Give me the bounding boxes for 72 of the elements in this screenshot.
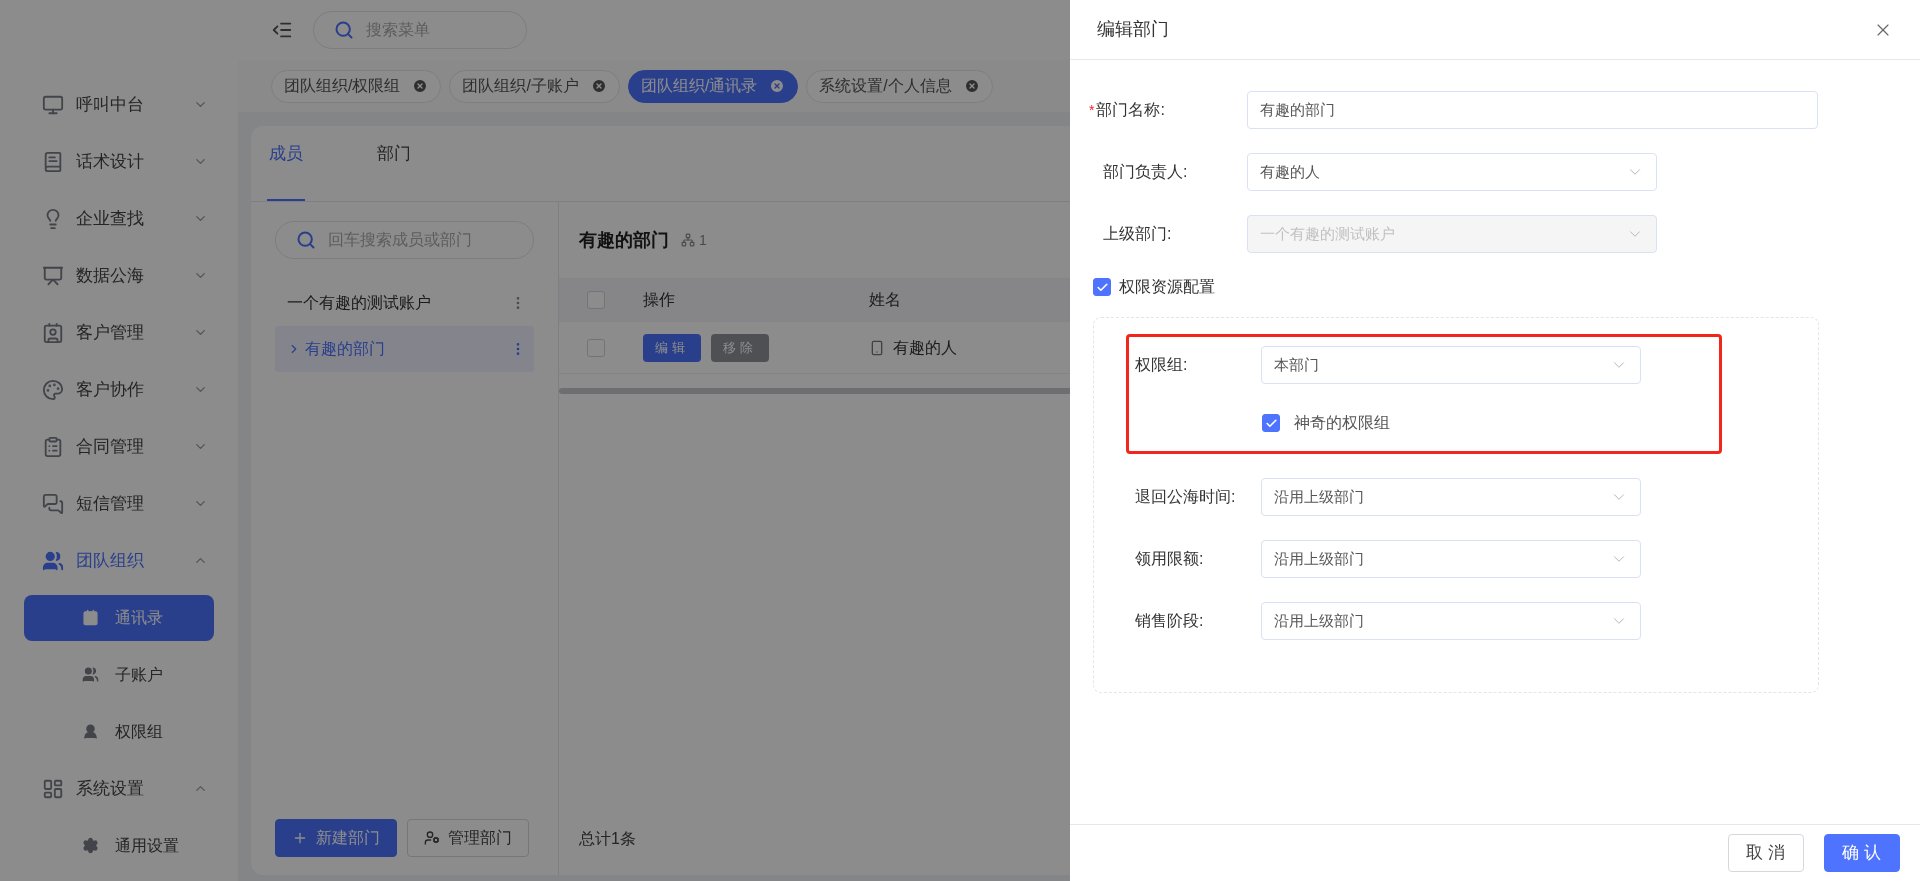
page-tab[interactable]: 团队组织/通讯录: [627, 69, 799, 103]
member-name: 有趣的人: [893, 337, 957, 358]
checkbox[interactable]: [1093, 278, 1111, 296]
sidebar-item[interactable]: 短信管理: [0, 475, 238, 532]
department-title: 有趣的部门: [579, 228, 669, 252]
sidebar-item[interactable]: 团队组织: [0, 532, 238, 589]
user-gear-icon: [424, 830, 440, 846]
field-label: 权限组:: [1135, 355, 1189, 375]
row-action-button[interactable]: 编辑: [643, 333, 701, 362]
users-icon: [82, 666, 99, 683]
required-mark: *: [1089, 100, 1095, 120]
department-button[interactable]: 管理部门: [407, 819, 529, 857]
users-icon: [42, 549, 64, 572]
sidebar-item[interactable]: 呼叫中台: [0, 76, 238, 133]
select-field[interactable]: 沿用上级部门: [1261, 478, 1641, 516]
confirm-button[interactable]: 确认: [1824, 834, 1900, 872]
palette-icon: [42, 378, 64, 401]
field-label: 部门负责人:: [1103, 162, 1188, 182]
monitor-icon: [42, 93, 64, 116]
cancel-button[interactable]: 取消: [1728, 834, 1804, 872]
select-field[interactable]: 沿用上级部门: [1261, 540, 1641, 578]
column-header: 操作: [643, 290, 676, 310]
user-icon: [82, 723, 99, 740]
member-count: 1: [699, 230, 707, 250]
sidebar-item[interactable]: 客户协作: [0, 361, 238, 418]
book-icon: [42, 150, 64, 173]
search-icon: [334, 20, 354, 40]
sidebar-subitem[interactable]: 子账户: [24, 651, 214, 698]
sidebar-subitem[interactable]: 权限组: [24, 708, 214, 755]
clipboard-icon: [42, 435, 64, 458]
page-tab[interactable]: 系统设置/个人信息: [806, 69, 993, 103]
sidebar-item[interactable]: 数据公海: [0, 247, 238, 304]
total-count: 总计1条: [579, 830, 636, 847]
sidebar-subitem[interactable]: 通用设置: [24, 822, 214, 869]
sidebar-item[interactable]: 系统设置: [0, 760, 238, 817]
column-header: 姓名: [869, 290, 901, 310]
row-checkbox[interactable]: [587, 338, 605, 357]
page-tab[interactable]: 团队组织/子账户: [449, 69, 620, 103]
tab[interactable]: 部门: [375, 141, 413, 201]
check-icon: [1095, 280, 1109, 294]
sidebar-item[interactable]: 话术设计: [0, 133, 238, 190]
tree-item[interactable]: 一个有趣的测试账户: [275, 280, 534, 326]
page-tab[interactable]: 团队组织/权限组: [271, 69, 442, 103]
check-icon: [1264, 416, 1278, 430]
gear-icon: [82, 837, 99, 854]
field-label: 销售阶段:: [1135, 611, 1205, 631]
close-icon[interactable]: [769, 78, 786, 94]
sidebar-item[interactable]: 合同管理: [0, 418, 238, 475]
field-label: 部门名称:: [1096, 100, 1165, 120]
field-label: 退回公海时间:: [1135, 487, 1237, 507]
tree-item[interactable]: 有趣的部门: [275, 326, 534, 372]
chart-icon: [42, 264, 64, 287]
sidebar-item[interactable]: 企业查找: [0, 190, 238, 247]
chat-icon: [42, 492, 64, 515]
select-field[interactable]: 沿用上级部门: [1261, 602, 1641, 640]
checkbox-label: 神奇的权限组: [1294, 413, 1390, 433]
sidebar-item[interactable]: 客户管理: [0, 304, 238, 361]
plus-icon: [292, 830, 308, 846]
dashboard-icon: [42, 777, 64, 800]
input-field[interactable]: 有趣的部门: [1247, 91, 1818, 129]
drawer-title: 编辑部门: [1097, 18, 1169, 41]
field-label: 上级部门:: [1103, 224, 1172, 244]
department-button[interactable]: 新建部门: [275, 819, 397, 857]
tab[interactable]: 成员: [267, 141, 305, 201]
search-icon: [296, 230, 316, 250]
field-label: 领用限额:: [1135, 549, 1205, 569]
select-field[interactable]: 有趣的人: [1247, 153, 1657, 191]
checkbox[interactable]: [1262, 414, 1280, 432]
checkbox-label: 权限资源配置: [1119, 277, 1215, 297]
phone-icon: [869, 339, 885, 356]
select-field[interactable]: 本部门: [1261, 346, 1641, 384]
sidebar-subitem[interactable]: 通讯录: [24, 594, 214, 641]
